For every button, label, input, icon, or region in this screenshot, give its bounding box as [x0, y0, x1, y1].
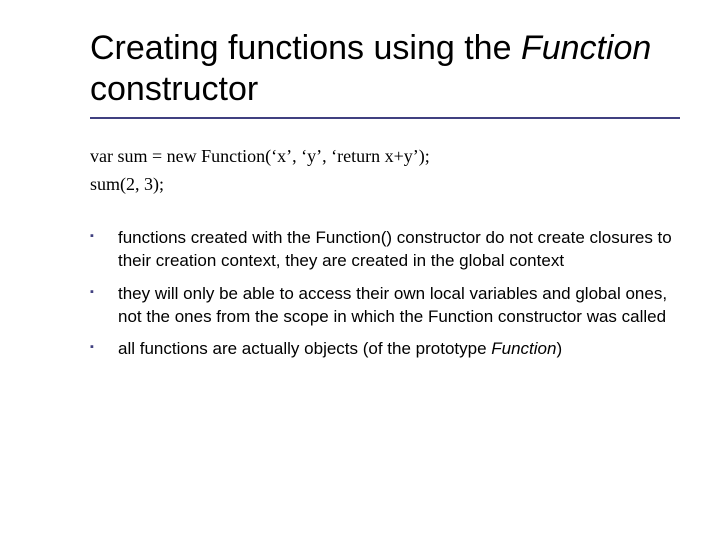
bullet-text-italic: Function: [491, 339, 556, 358]
code-block: var sum = new Function(‘x’, ‘y’, ‘return…: [90, 143, 680, 199]
bullet-text-pre: all functions are actually objects (of t…: [118, 339, 491, 358]
bullet-list: functions created with the Function() co…: [90, 227, 680, 362]
title-text-pre: Creating functions using the: [90, 29, 521, 67]
list-item: all functions are actually objects (of t…: [90, 338, 680, 361]
bullet-text: functions created with the Function() co…: [118, 228, 672, 270]
title-text-post: constructor: [90, 70, 258, 108]
slide: Creating functions using the Function co…: [0, 0, 720, 401]
title-text-italic: Function: [521, 29, 651, 67]
list-item: they will only be able to access their o…: [90, 283, 680, 329]
slide-title: Creating functions using the Function co…: [90, 28, 680, 119]
bullet-text: they will only be able to access their o…: [118, 284, 667, 326]
bullet-text-post: ): [556, 339, 562, 358]
code-line-2: sum(2, 3);: [90, 171, 680, 199]
list-item: functions created with the Function() co…: [90, 227, 680, 273]
code-line-1: var sum = new Function(‘x’, ‘y’, ‘return…: [90, 143, 680, 171]
